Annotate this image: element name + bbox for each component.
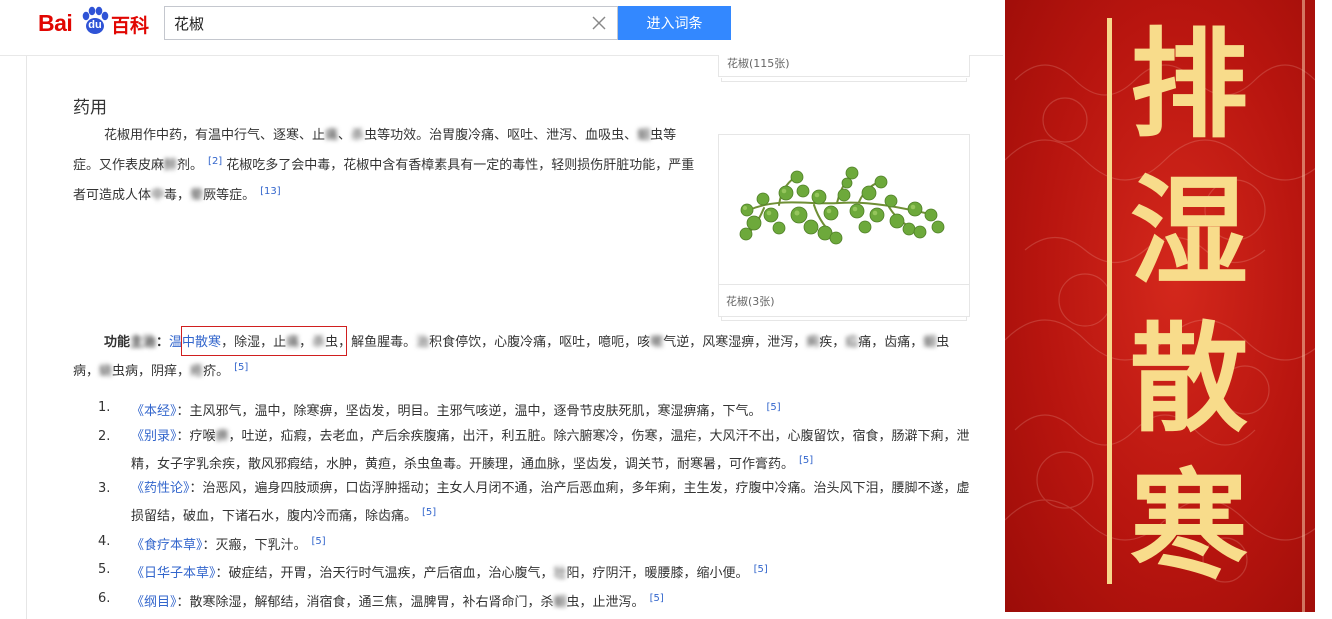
album-card[interactable]: 花椒(3张) [718,134,970,317]
album-stack-edge [721,317,967,321]
book-link[interactable]: 《本经》 [131,404,177,419]
baidu-baike-logo[interactable]: Bai du 百科 [38,6,158,40]
banner-char: 散 [1129,310,1248,448]
site-header: Bai du 百科 进入词条 [0,0,1003,56]
banner-edge-rule [1302,0,1305,619]
citation-link[interactable]: [5] [749,564,772,575]
banner-gold-rule [1107,18,1112,584]
banner-char: 寒 [1129,457,1248,595]
logo-baike-text: 百科 [111,15,150,37]
banner-red-panel: 排 湿 散 寒 [1005,0,1315,619]
banner-char: 排 [1129,16,1248,154]
logo-du-text: du [88,19,102,31]
banner-char: 湿 [1129,163,1248,301]
sichuan-pepper-image [719,135,969,284]
logo-bai-text: Bai [38,10,73,36]
list-item: 3. 《药性论》：治恶风，遍身四肢顽痹，口齿浮肿摇动；主女人月闭不通，治产后恶血痢… [98,481,970,524]
album-caption: 花椒(3张) [726,295,775,308]
list-item: 2. 《别录》：疗喉痹，吐逆，疝瘕，去老血，产后余疾腹痛，出汗，利五脏。除六腑寒冷… [98,428,970,472]
album-card-top[interactable]: 花椒(115张) [718,55,970,77]
classic-references-list: 1. 《本经》：主风邪气，温中，除寒痹，坚齿发，明目。主邪气咳逆，温中，逐骨节皮肤… [73,396,973,615]
list-item: 4. 《食疗本草》：灭瘢，下乳汁。 [5] [73,530,973,558]
paragraph-medicinal-use: 花椒用作中药，有温中行气、逐寒、止痛、杀虫等功效。治胃腹冷痛、呕吐、泄泻、血吸虫… [73,128,695,203]
list-item: 5. 《日华子本草》：破症结，开胃，治天行时气温疾，产后宿血，治心腹气，壮阳，疗阴… [73,558,973,586]
article-content: 花椒(115张) 药用 花椒用作中药，有温中行气、逐寒、止痛、杀虫等功效。治胃腹… [26,55,1003,619]
promo-banner: 排 湿 散 寒 [1003,0,1332,619]
citation-link[interactable]: [5] [794,455,817,466]
enter-entry-button[interactable]: 进入词条 [618,6,731,40]
section-title: 药用 [73,98,107,118]
book-link[interactable]: 《纲目》 [131,595,177,610]
album-caption-bar: 花椒(3张) [719,284,969,316]
citation-link[interactable]: [5] [307,536,330,547]
citation-link[interactable]: [2] [203,156,226,167]
search-box [164,6,618,40]
list-item: 6. 《纲目》：散寒除湿，解郁结，消宿食，通三焦，温脾胃，补右肾命门，杀蛔虫，止泄… [73,587,973,615]
highlight-annotation-box [181,326,347,356]
close-icon[interactable] [591,15,607,31]
citation-link[interactable]: [5] [762,402,785,413]
book-link[interactable]: 《日华子本草》 [131,566,216,581]
list-item: 1. 《本经》：主风邪气，温中，除寒痹，坚齿发，明目。主邪气咳逆，温中，逐骨节皮肤… [73,396,973,424]
search-input[interactable] [165,7,575,39]
album-stack-edge [721,78,967,82]
citation-link[interactable]: [5] [229,362,252,373]
book-link[interactable]: 《别录》 [131,429,177,444]
book-link[interactable]: 《食疗本草》 [131,538,203,553]
citation-link[interactable]: [5] [645,593,668,604]
citation-link[interactable]: [5] [417,507,440,518]
banner-bottom-edge [1005,612,1315,619]
book-link[interactable]: 《药性论》 [131,481,190,496]
banner-headline: 排 湿 散 寒 [1119,12,1259,600]
album-top-caption: 花椒(115张) [727,57,790,70]
citation-link[interactable]: [13] [255,186,285,197]
